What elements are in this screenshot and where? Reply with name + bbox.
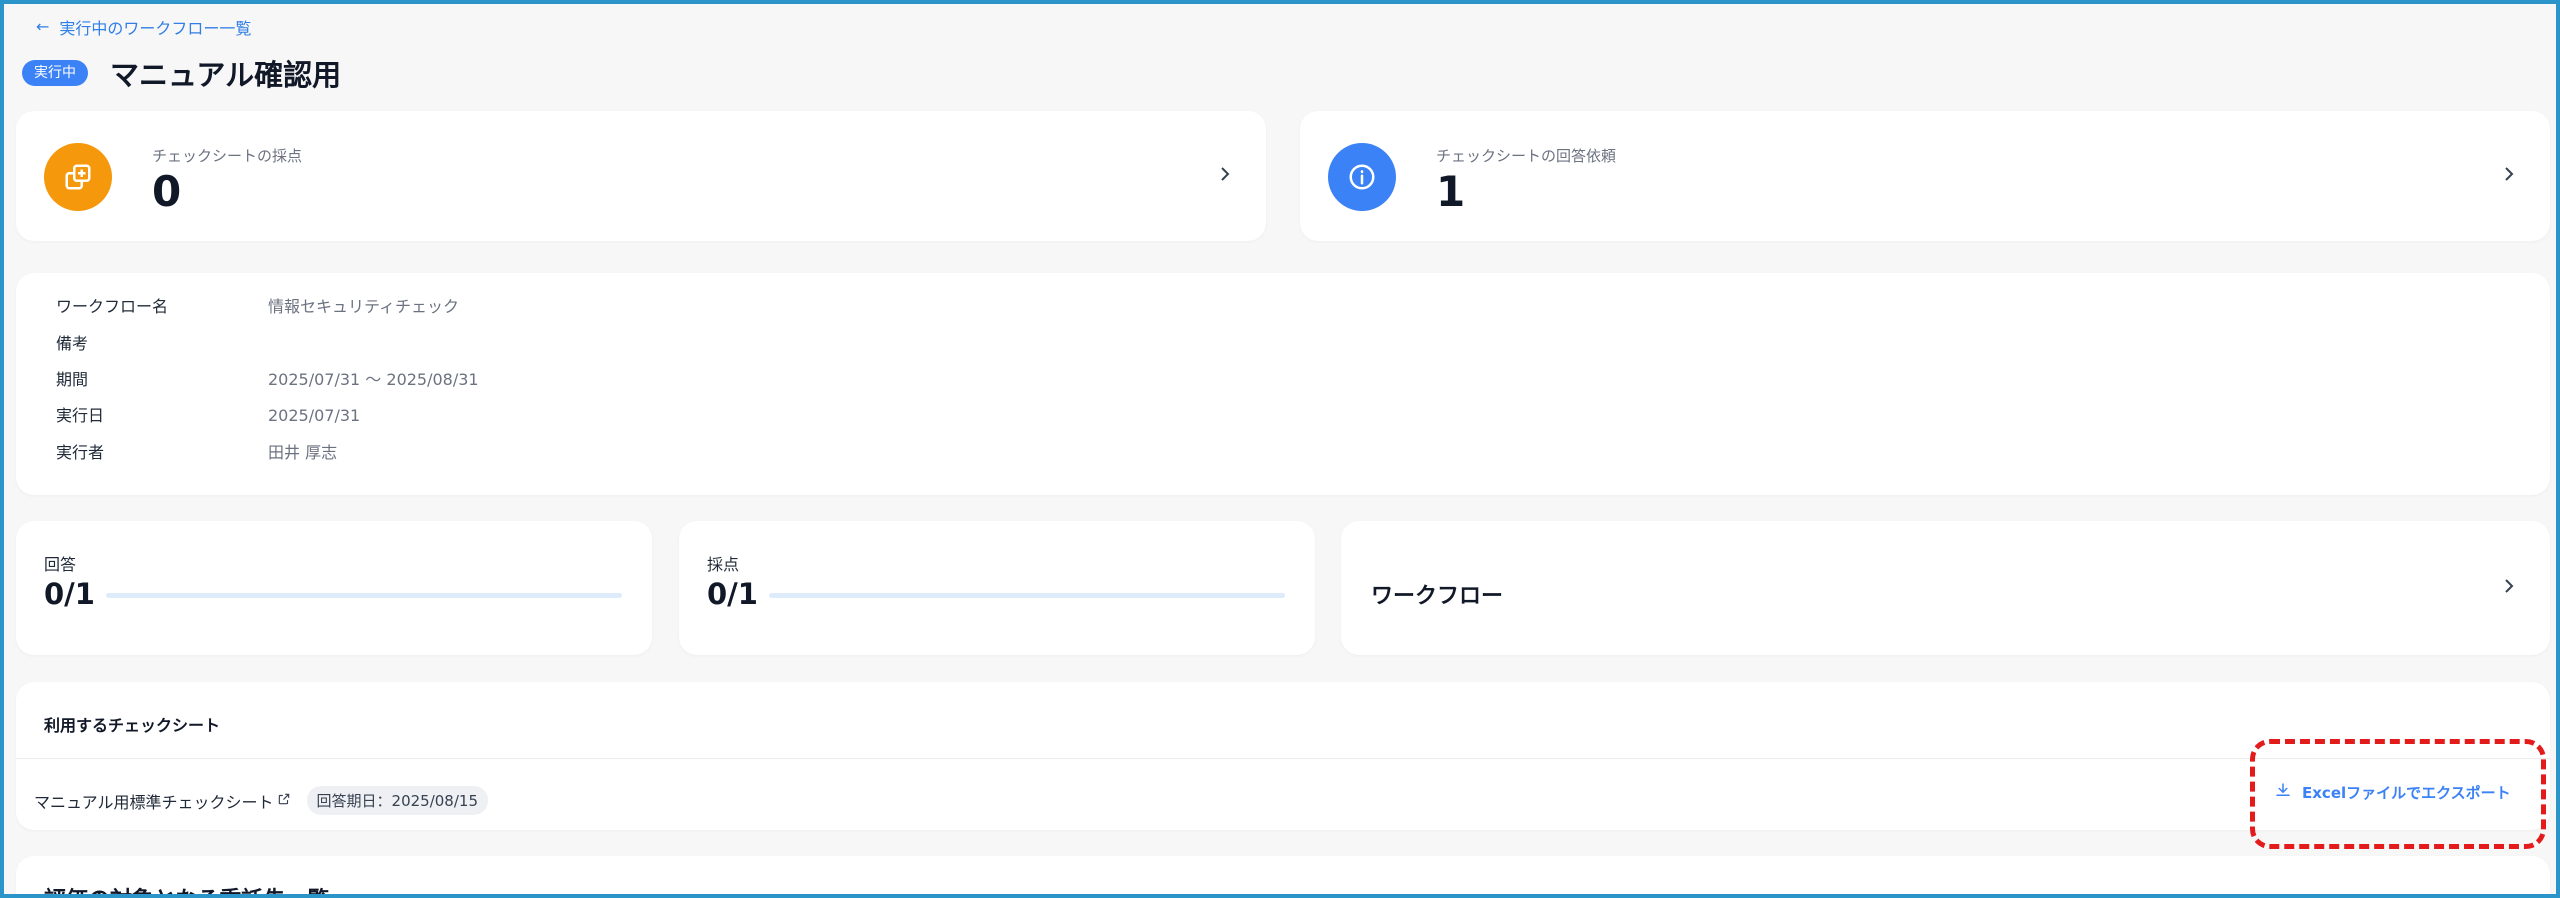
info-row-period: 期間 2025/07/31 〜 2025/08/31 xyxy=(56,370,479,390)
chevron-right-icon xyxy=(2502,576,2516,600)
progress-bar xyxy=(769,593,1285,598)
title-row: 実行中 マニュアル確認用 xyxy=(22,52,341,94)
info-key: ワークフロー名 xyxy=(56,297,169,316)
copy-icon xyxy=(44,143,112,211)
progress-label: 採点 xyxy=(707,555,740,574)
stat-label: チェックシートの回答依頼 xyxy=(1436,147,1617,165)
checksheet-link[interactable]: マニュアル用標準チェックシート xyxy=(34,789,291,813)
page-title: マニュアル確認用 xyxy=(110,58,342,92)
info-row-remarks: 備考 xyxy=(56,334,268,354)
back-link[interactable]: ← 実行中のワークフロー一覧 xyxy=(36,15,251,39)
stat-value: 1 xyxy=(1436,167,1466,216)
checksheet-name: マニュアル用標準チェックシート xyxy=(34,792,274,812)
progress-value: 0/1 xyxy=(44,577,95,611)
checksheets-heading: 利用するチェックシート xyxy=(44,716,221,735)
stat-value: 0 xyxy=(152,167,182,216)
chevron-right-icon xyxy=(2502,164,2516,188)
progress-value: 0/1 xyxy=(707,577,758,611)
info-value: 情報セキュリティチェック xyxy=(268,297,460,316)
info-key: 期間 xyxy=(56,370,89,389)
info-key: 実行日 xyxy=(56,406,105,425)
scoring-stat-card[interactable]: チェックシートの採点 0 xyxy=(16,111,1266,241)
back-link-label: 実行中のワークフロー一覧 xyxy=(59,19,252,38)
due-date-badge: 回答期日：2025/08/15 xyxy=(306,786,488,815)
info-icon xyxy=(1328,143,1396,211)
info-row-executor: 実行者 田井 厚志 xyxy=(56,443,337,463)
info-value: 2025/07/31 〜 2025/08/31 xyxy=(268,370,479,389)
info-value: 2025/07/31 xyxy=(268,406,361,425)
checksheets-card: 利用するチェックシート マニュアル用標準チェックシート 回答期日：2025/08… xyxy=(16,682,2550,830)
checksheet-row: マニュアル用標準チェックシート 回答期日：2025/08/15 xyxy=(34,786,488,815)
workflow-link-card[interactable]: ワークフロー xyxy=(1341,521,2550,655)
progress-bar xyxy=(106,593,622,598)
contractors-card: 評価の対象となる委託先一覧 xyxy=(16,856,2550,894)
scoring-progress-card: 採点 0/1 xyxy=(679,521,1315,655)
info-key: 備考 xyxy=(56,334,89,353)
external-link-icon xyxy=(277,791,291,810)
status-badge: 実行中 xyxy=(22,60,88,86)
info-row-workflow-name: ワークフロー名 情報セキュリティチェック xyxy=(56,297,459,317)
arrow-left-icon: ← xyxy=(36,17,50,36)
info-key: 実行者 xyxy=(56,443,105,462)
answer-request-stat-card[interactable]: チェックシートの回答依頼 1 xyxy=(1300,111,2550,241)
chevron-right-icon xyxy=(1218,164,1232,188)
divider xyxy=(16,758,2550,759)
info-value: 田井 厚志 xyxy=(268,443,338,462)
answer-progress-card: 回答 0/1 xyxy=(16,521,652,655)
stat-label: チェックシートの採点 xyxy=(152,147,303,165)
section-title: 評価の対象となる委託先一覧 xyxy=(44,882,329,894)
workflow-label: ワークフロー xyxy=(1371,584,1504,609)
info-row-execution-date: 実行日 2025/07/31 xyxy=(56,406,360,426)
progress-label: 回答 xyxy=(44,555,77,574)
annotation-highlight-box xyxy=(2250,739,2546,849)
app-frame: ← 実行中のワークフロー一覧 実行中 マニュアル確認用 チェックシートの採点 0… xyxy=(4,4,2556,894)
workflow-info-card: ワークフロー名 情報セキュリティチェック 備考 期間 2025/07/31 〜 … xyxy=(16,273,2550,495)
